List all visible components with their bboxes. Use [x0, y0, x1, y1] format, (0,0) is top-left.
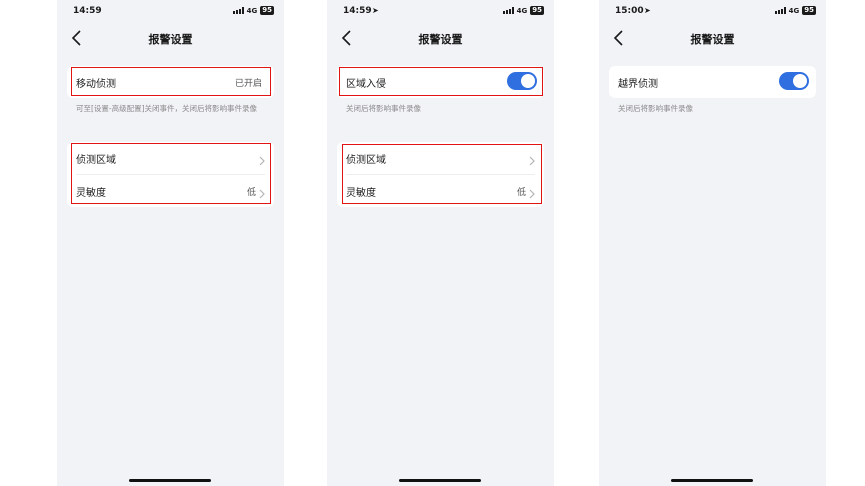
location-arrow-icon: ➤ [372, 6, 379, 15]
highlight-box [339, 67, 543, 96]
status-time: 15:00 [615, 6, 644, 16]
phone-screen-3: 15:00 ➤ 4G 95 报警设置 越界侦测 关闭后将影响事件录像 [599, 0, 826, 486]
status-indicators: 4G 95 [774, 6, 816, 15]
description-text: 关闭后将影响事件录像 [618, 104, 693, 113]
line-crossing-row: 越界侦测 [609, 66, 816, 98]
status-bar: 14:59 4G 95 [73, 5, 274, 19]
description-text: 可至[设置-高级配置]关闭事件，关闭后将影响事件录像 [76, 104, 258, 113]
highlight-box [71, 67, 271, 96]
network-label: 4G [788, 6, 800, 15]
highlight-box [342, 144, 542, 204]
status-time: 14:59 [73, 6, 102, 16]
page-title: 报警设置 [148, 33, 193, 46]
signal-icon [502, 7, 514, 14]
nav-bar: 报警设置 [599, 26, 826, 50]
home-indicator [399, 479, 481, 482]
line-crossing-label: 越界侦测 [618, 79, 658, 90]
nav-bar: 报警设置 [327, 26, 554, 50]
description-text: 关闭后将影响事件录像 [346, 104, 421, 113]
network-label: 4G [516, 6, 528, 15]
home-indicator [671, 479, 753, 482]
signal-icon [232, 7, 244, 14]
toggle-knob [793, 74, 807, 88]
phone-screen-2: 14:59 ➤ 4G 95 报警设置 区域入侵 关闭后将影响事件录像 侦测区域 … [327, 0, 554, 486]
status-bar: 15:00 ➤ 4G 95 [615, 5, 816, 19]
signal-icon [774, 7, 786, 14]
phone-screen-1: 14:59 4G 95 报警设置 移动侦测 已开启 可至[设置-高级配置]关闭事… [57, 0, 284, 486]
status-time: 14:59 [343, 6, 372, 16]
line-crossing-toggle[interactable] [779, 72, 809, 90]
status-bar: 14:59 ➤ 4G 95 [343, 5, 544, 19]
battery-icon: 95 [260, 6, 274, 15]
battery-icon: 95 [802, 6, 816, 15]
page-title: 报警设置 [418, 33, 463, 46]
network-label: 4G [246, 6, 258, 15]
status-indicators: 4G 95 [502, 6, 544, 15]
page-title: 报警设置 [690, 33, 735, 46]
highlight-box [71, 143, 271, 204]
location-arrow-icon: ➤ [644, 6, 651, 15]
status-indicators: 4G 95 [232, 6, 274, 15]
line-crossing-card: 越界侦测 [609, 66, 816, 98]
battery-icon: 95 [530, 6, 544, 15]
home-indicator [129, 479, 211, 482]
nav-bar: 报警设置 [57, 26, 284, 50]
